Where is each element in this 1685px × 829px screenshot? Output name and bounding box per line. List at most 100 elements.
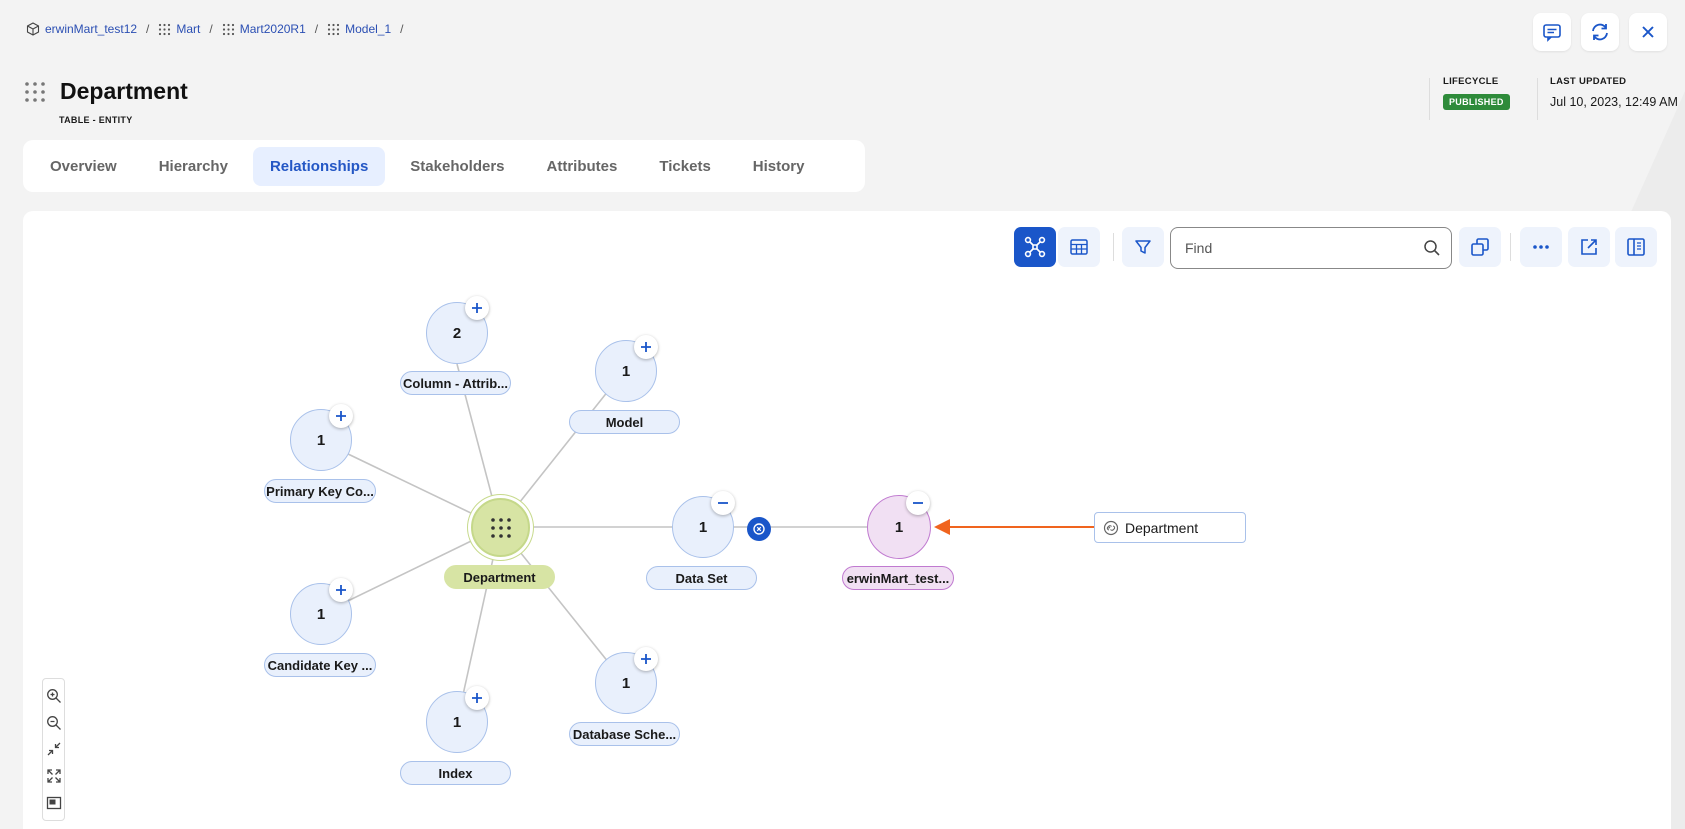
expand-button[interactable] xyxy=(465,296,489,320)
minus-icon xyxy=(718,502,728,504)
toolbar-divider xyxy=(1510,233,1511,261)
view-toggle xyxy=(1014,227,1100,267)
more-options-button[interactable] xyxy=(1520,227,1562,267)
external-link-icon xyxy=(1581,239,1597,255)
node-count: 1 xyxy=(621,362,631,380)
close-icon xyxy=(1642,26,1654,38)
more-horizontal-icon xyxy=(1533,245,1549,249)
minimap-button[interactable] xyxy=(46,795,62,811)
find-input[interactable] xyxy=(1185,240,1423,256)
last-updated-value: Jul 10, 2023, 12:49 AM xyxy=(1550,95,1678,109)
expand-button[interactable] xyxy=(634,335,658,359)
tab-history[interactable]: History xyxy=(736,147,822,186)
node-count: 1 xyxy=(894,518,904,536)
close-button[interactable] xyxy=(1629,13,1667,51)
zoom-controls xyxy=(42,678,65,821)
node-center-department[interactable] xyxy=(471,498,530,557)
open-external-button[interactable] xyxy=(1568,227,1610,267)
tab-overview[interactable]: Overview xyxy=(33,147,134,186)
filter-button[interactable] xyxy=(1122,227,1164,267)
graph-view-button[interactable] xyxy=(1014,227,1056,267)
expand-button[interactable] xyxy=(634,647,658,671)
refresh-icon xyxy=(1592,23,1608,41)
plus-icon xyxy=(641,342,651,352)
breadcrumb-item-model1[interactable]: Model_1 xyxy=(327,22,391,36)
entity-grid-icon xyxy=(490,517,511,538)
meta-divider xyxy=(1537,78,1538,120)
status-badge: PUBLISHED xyxy=(1443,94,1510,110)
grid-dots-icon xyxy=(222,23,234,35)
breadcrumb-item-erwinmart[interactable]: erwinMart_test12 xyxy=(26,22,137,36)
breadcrumb-separator: / xyxy=(146,22,150,36)
fit-to-screen-button[interactable] xyxy=(46,768,62,784)
grid-dots-icon xyxy=(328,23,340,35)
node-label: Index xyxy=(400,761,511,785)
expand-button[interactable] xyxy=(329,404,353,428)
plus-icon xyxy=(336,411,346,421)
export-group xyxy=(1568,227,1610,267)
zoom-out-button[interactable] xyxy=(46,715,62,731)
top-actions xyxy=(1533,13,1667,51)
title-row: Department xyxy=(24,78,188,105)
last-updated-block: LAST UPDATED Jul 10, 2023, 12:49 AM xyxy=(1550,76,1678,109)
breadcrumb-label: Model_1 xyxy=(345,22,392,36)
collapse-button[interactable] xyxy=(711,491,735,515)
tab-hierarchy[interactable]: Hierarchy xyxy=(142,147,245,186)
filter-icon xyxy=(1135,240,1151,254)
meta-divider xyxy=(1429,78,1430,120)
expand-icon xyxy=(46,769,61,783)
tab-stakeholders[interactable]: Stakeholders xyxy=(393,147,521,186)
breadcrumb-separator: / xyxy=(314,22,319,36)
collapse-button[interactable] xyxy=(906,491,930,515)
collapse-view-button[interactable] xyxy=(46,741,62,757)
entity-grid-icon xyxy=(25,81,45,102)
link-icon xyxy=(753,523,765,535)
zoom-in-button[interactable] xyxy=(46,688,62,704)
search-icon[interactable] xyxy=(1423,239,1441,257)
node-label: Model xyxy=(569,410,680,434)
tab-attributes[interactable]: Attributes xyxy=(530,147,635,186)
more-group xyxy=(1520,227,1562,267)
plus-icon xyxy=(336,585,346,595)
grid-dots-icon xyxy=(159,23,171,35)
node-label: Database Sche... xyxy=(569,722,680,746)
tab-tickets[interactable]: Tickets xyxy=(642,147,727,186)
expand-button[interactable] xyxy=(465,686,489,710)
toolbar-divider xyxy=(1113,233,1114,261)
side-panel-button[interactable] xyxy=(1615,227,1657,267)
refresh-button[interactable] xyxy=(1581,13,1619,51)
node-center-label: Department xyxy=(444,565,555,589)
panel-group xyxy=(1615,227,1657,267)
plus-icon xyxy=(472,303,482,313)
linked-item-label: Department xyxy=(1125,519,1199,536)
comments-button[interactable] xyxy=(1533,13,1571,51)
breadcrumb-item-mart2020r1[interactable]: Mart2020R1 xyxy=(222,22,306,36)
comment-icon xyxy=(1543,24,1561,42)
collapse-icon xyxy=(47,743,60,756)
page-title: Department xyxy=(60,78,188,104)
find-field[interactable] xyxy=(1170,227,1452,269)
graph-canvas[interactable] xyxy=(23,211,1671,829)
linked-item-department[interactable]: Department xyxy=(1094,512,1246,543)
breadcrumb-separator: / xyxy=(400,22,404,36)
compare-button[interactable] xyxy=(1459,227,1501,267)
breadcrumb: erwinMart_test12 / Mart / Mart2020R1 / M… xyxy=(26,22,407,36)
breadcrumb-separator: / xyxy=(209,22,213,36)
node-count: 1 xyxy=(316,605,326,623)
tab-bar: Overview Hierarchy Relationships Stakeho… xyxy=(23,140,865,192)
node-label: Data Set xyxy=(646,566,757,590)
tab-relationships[interactable]: Relationships xyxy=(252,146,386,186)
cube-icon xyxy=(26,22,40,36)
breadcrumb-item-mart[interactable]: Mart xyxy=(158,22,200,36)
plus-icon xyxy=(472,693,482,703)
breadcrumb-label: Mart2020R1 xyxy=(239,22,306,36)
lifecycle-block: LIFECYCLE PUBLISHED xyxy=(1443,76,1510,110)
graph-view-icon xyxy=(1024,236,1046,258)
node-count: 1 xyxy=(316,431,326,449)
link-icon xyxy=(1103,520,1119,535)
table-view-button[interactable] xyxy=(1058,227,1100,267)
expand-button[interactable] xyxy=(329,578,353,602)
node-label: Primary Key Co... xyxy=(264,479,376,503)
side-panel-icon xyxy=(1627,238,1645,256)
link-connector[interactable] xyxy=(747,517,771,541)
